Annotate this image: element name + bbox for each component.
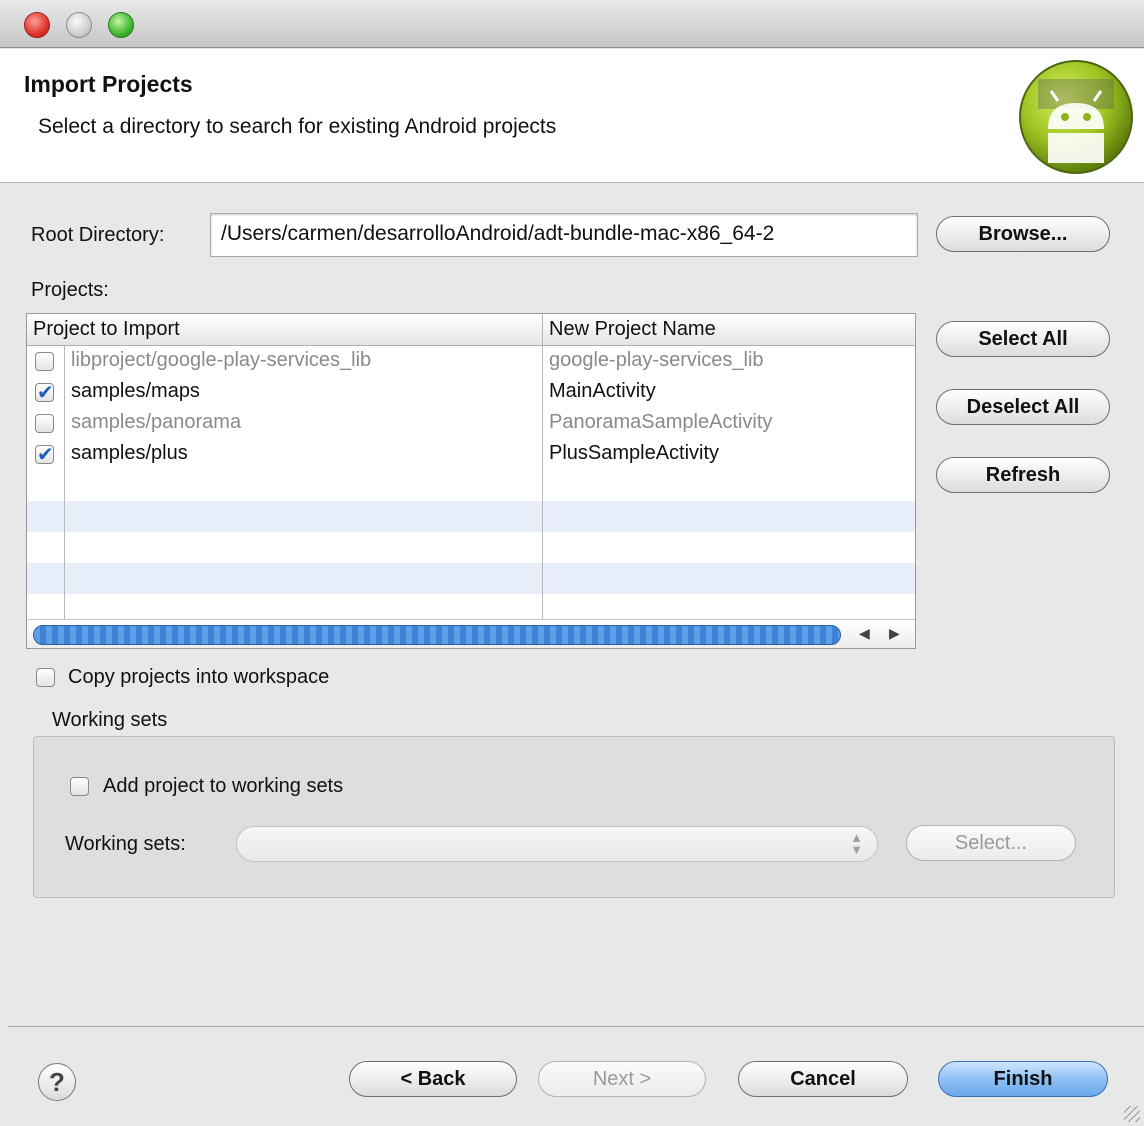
root-directory-label: Root Directory: <box>31 224 165 246</box>
working-sets-combo-label: Working sets: <box>65 833 186 855</box>
table-row[interactable]: samples/panorama PanoramaSampleActivity <box>27 408 915 439</box>
working-sets-group <box>33 736 1115 898</box>
empty-row <box>27 563 915 594</box>
android-logo-icon <box>1019 60 1133 174</box>
empty-row <box>27 501 915 532</box>
row-project-name: MainActivity <box>549 380 656 402</box>
copy-projects-label[interactable]: Copy projects into workspace <box>68 666 329 689</box>
projects-label: Projects: <box>31 279 109 301</box>
column-header-new-name[interactable]: New Project Name <box>549 318 716 341</box>
back-button[interactable]: < Back <box>349 1061 517 1097</box>
table-row[interactable]: libproject/google-play-services_lib goog… <box>27 346 915 377</box>
scroll-left-arrow-icon[interactable]: ◀ <box>859 625 870 642</box>
row-project-name: PanoramaSampleActivity <box>549 411 773 433</box>
row-project-path: samples/panorama <box>71 411 242 433</box>
table-row[interactable]: samples/plus PlusSampleActivity <box>27 439 915 470</box>
column-header-project[interactable]: Project to Import <box>33 318 180 341</box>
table-row[interactable]: samples/maps MainActivity <box>27 377 915 408</box>
wizard-header: Import Projects Select a directory to se… <box>0 49 1144 183</box>
close-window-button[interactable] <box>24 12 50 38</box>
updown-arrows-icon: ▲ ▼ <box>850 830 863 857</box>
select-all-button[interactable]: Select All <box>936 321 1110 357</box>
row-checkbox[interactable] <box>35 442 54 466</box>
working-sets-combo[interactable]: ▲ ▼ <box>236 826 878 862</box>
next-button[interactable]: Next > <box>538 1061 706 1097</box>
row-checkbox[interactable] <box>35 352 54 371</box>
add-to-working-sets-label[interactable]: Add project to working sets <box>103 775 343 798</box>
cancel-button[interactable]: Cancel <box>738 1061 908 1097</box>
browse-button[interactable]: Browse... <box>936 216 1110 252</box>
table-header: Project to Import New Project Name <box>27 314 915 346</box>
footer-divider <box>8 1026 1144 1027</box>
row-checkbox[interactable] <box>35 380 54 404</box>
row-project-name: PlusSampleActivity <box>549 442 720 464</box>
row-project-path: samples/maps <box>71 380 200 402</box>
resize-grip-icon[interactable] <box>1124 1106 1140 1122</box>
scrollbar-thumb[interactable] <box>33 625 841 645</box>
row-project-path: samples/plus <box>71 442 188 464</box>
page-description: Select a directory to search for existin… <box>38 115 557 138</box>
minimize-window-button[interactable] <box>66 12 92 38</box>
window-titlebar <box>0 0 1144 48</box>
row-checkbox[interactable] <box>35 414 54 433</box>
select-working-sets-button[interactable]: Select... <box>906 825 1076 861</box>
scroll-right-arrow-icon[interactable]: ▶ <box>889 625 900 642</box>
finish-button[interactable]: Finish <box>938 1061 1108 1097</box>
page-title: Import Projects <box>24 71 193 97</box>
projects-table[interactable]: Project to Import New Project Name libpr… <box>26 313 916 649</box>
refresh-button[interactable]: Refresh <box>936 457 1110 493</box>
deselect-all-button[interactable]: Deselect All <box>936 389 1110 425</box>
row-project-path: libproject/google-play-services_lib <box>71 349 372 371</box>
add-to-working-sets-checkbox[interactable] <box>70 777 89 796</box>
root-directory-input[interactable]: /Users/carmen/desarrolloAndroid/adt-bund… <box>210 213 918 257</box>
row-project-name: google-play-services_lib <box>549 349 764 371</box>
working-sets-group-label: Working sets <box>52 709 168 731</box>
copy-projects-checkbox[interactable] <box>36 668 55 687</box>
help-icon[interactable]: ? <box>38 1063 76 1101</box>
zoom-window-button[interactable] <box>108 12 134 38</box>
horizontal-scrollbar[interactable]: ◀ ▶ <box>27 619 915 648</box>
